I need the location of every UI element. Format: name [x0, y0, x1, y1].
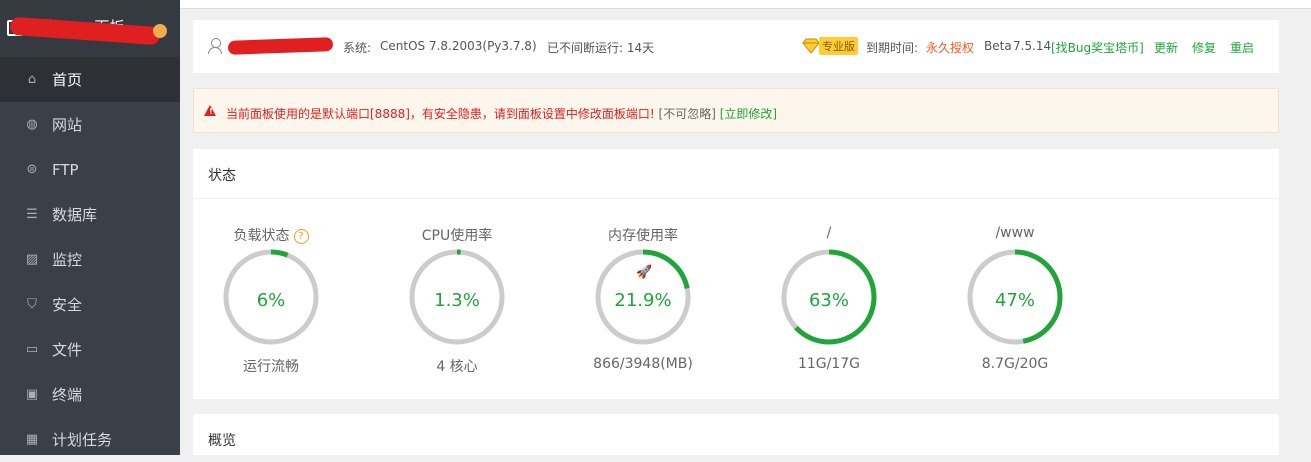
home-icon: ⌂ — [27, 71, 37, 87]
gauge-title: 负载状态 — [233, 228, 290, 244]
system-label: 系统: — [343, 41, 372, 55]
sidebar-item-label: 首页 — [52, 71, 83, 89]
brand: 宝塔Linux面板 — [0, 0, 180, 57]
sidebar-item-label: 计划任务 — [52, 431, 113, 449]
version-number: 7.5.14 — [1013, 39, 1052, 53]
header-card: 系统: CentOS 7.8.2003(Py3.7.8) 已不间断运行: 14天… — [193, 20, 1279, 73]
sidebar-item-label: 安全 — [52, 296, 83, 314]
pro-badge: 专业版 — [802, 37, 858, 55]
system-value: CentOS 7.8.2003(Py3.7.8) — [380, 39, 537, 53]
expire-value: 永久授权 — [926, 41, 975, 55]
security-warning: ! 当前面板使用的是默认端口[8888]，有安全隐患，请到面板设置中修改面板端口… — [193, 88, 1279, 133]
sidebar-item-home[interactable]: ⌂ 首页 — [0, 57, 180, 102]
folder-icon: ▭ — [25, 341, 39, 357]
gauge-title: CPU使用率 — [421, 228, 493, 244]
shield-icon: ⛉ — [27, 296, 37, 312]
sidebar-item-monitor[interactable]: ▨ 监控 — [0, 237, 180, 282]
redaction-mark — [9, 16, 161, 46]
sidebar: 宝塔Linux面板 ⌂ 首页 ◍ 网站 ⊜ FTP ☰ 数据库 ▨ 监控 ⛉ 安… — [0, 0, 180, 455]
uptime-text: 已不间断运行: 14天 — [547, 41, 655, 55]
rocket-icon[interactable]: 🚀 — [636, 265, 652, 280]
sidebar-item-database[interactable]: ☰ 数据库 — [0, 192, 180, 237]
gauge-value: 63% — [808, 290, 849, 311]
gauge-subtitle: 运行流畅 — [243, 359, 299, 375]
section-title: 状态 — [208, 168, 236, 184]
sidebar-item-label: 数据库 — [52, 206, 98, 224]
sidebar-item-website[interactable]: ◍ 网站 — [0, 102, 180, 147]
sidebar-item-label: 终端 — [52, 386, 83, 404]
restart-link[interactable]: 重启 — [1230, 39, 1254, 56]
sidebar-item-files[interactable]: ▭ 文件 — [0, 327, 180, 372]
gauge-title: /www — [995, 225, 1035, 241]
fix-now-link[interactable]: [立即修改] — [720, 107, 777, 121]
sidebar-item-cron[interactable]: ▦ 计划任务 — [0, 417, 180, 462]
diamond-icon — [802, 38, 820, 54]
update-link[interactable]: 更新 — [1154, 39, 1178, 56]
warning-text: 当前面板使用的是默认端口[8888]，有安全隐患，请到面板设置中修改面板端口! — [226, 107, 655, 121]
status-card: 状态 负载状态? 6% 运行流畅 CPU使用率 1.3% 4 核心 内存使用率 … — [193, 149, 1279, 399]
gauge-subtitle: 866/3948(MB) — [593, 356, 693, 372]
sidebar-item-label: FTP — [52, 160, 79, 179]
ftp-icon: ⊜ — [26, 161, 38, 177]
gauge-memory[interactable]: 内存使用率 🚀 21.9% 866/3948(MB) — [573, 225, 713, 375]
database-icon: ☰ — [26, 206, 38, 222]
gauge-subtitle: 11G/17G — [797, 356, 861, 372]
warning-message: 当前面板使用的是默认端口[8888]，有安全隐患，请到面板设置中修改面板端口! … — [226, 105, 777, 122]
pro-label: 专业版 — [819, 37, 858, 55]
user-icon — [208, 38, 222, 54]
sidebar-item-label: 网站 — [52, 116, 83, 134]
sidebar-item-label: 监控 — [52, 251, 83, 269]
redaction-mark — [227, 37, 334, 55]
gauge-value: 1.3% — [434, 290, 480, 311]
top-strip — [180, 0, 1311, 9]
overview-card: 概览 — [193, 414, 1279, 455]
gauge-value: 6% — [256, 290, 286, 311]
globe-icon: ◍ — [26, 116, 38, 132]
gauge-subtitle: 4 核心 — [436, 359, 478, 375]
gauge-subtitle: 8.7G/20G — [981, 356, 1049, 372]
gauge-title: / — [826, 225, 832, 241]
gauge-value: 47% — [994, 290, 1035, 311]
monitor-icon: ▨ — [25, 251, 39, 267]
gauge-disk-root[interactable]: / 63% 11G/17G — [759, 225, 899, 375]
calendar-icon: ▦ — [25, 431, 39, 447]
sidebar-item-terminal[interactable]: ▣ 终端 — [0, 372, 180, 417]
expire-label: 到期时间: — [866, 41, 919, 55]
warning-ignore: [不可忽略] — [658, 107, 716, 121]
gauge-value: 21.9% — [614, 290, 672, 311]
gauge-load[interactable]: 负载状态? 6% 运行流畅 — [201, 225, 341, 375]
gauge-title: 内存使用率 — [608, 228, 678, 244]
notification-badge — [153, 24, 167, 38]
section-title: 概览 — [208, 433, 236, 449]
sidebar-item-label: 文件 — [52, 341, 83, 359]
bug-bounty-link[interactable]: [找Bug奖宝塔币] — [1051, 39, 1144, 56]
repair-link[interactable]: 修复 — [1192, 39, 1216, 56]
sidebar-item-security[interactable]: ⛉ 安全 — [0, 282, 180, 327]
terminal-icon: ▣ — [25, 386, 39, 402]
divider — [193, 198, 1279, 199]
gauge-cpu[interactable]: CPU使用率 1.3% 4 核心 — [387, 225, 527, 375]
gauge-disk-www[interactable]: /www 47% 8.7G/20G — [945, 225, 1085, 375]
version-label: Beta — [984, 39, 1012, 53]
sidebar-item-ftp[interactable]: ⊜ FTP — [0, 147, 180, 192]
help-icon[interactable]: ? — [293, 228, 309, 244]
